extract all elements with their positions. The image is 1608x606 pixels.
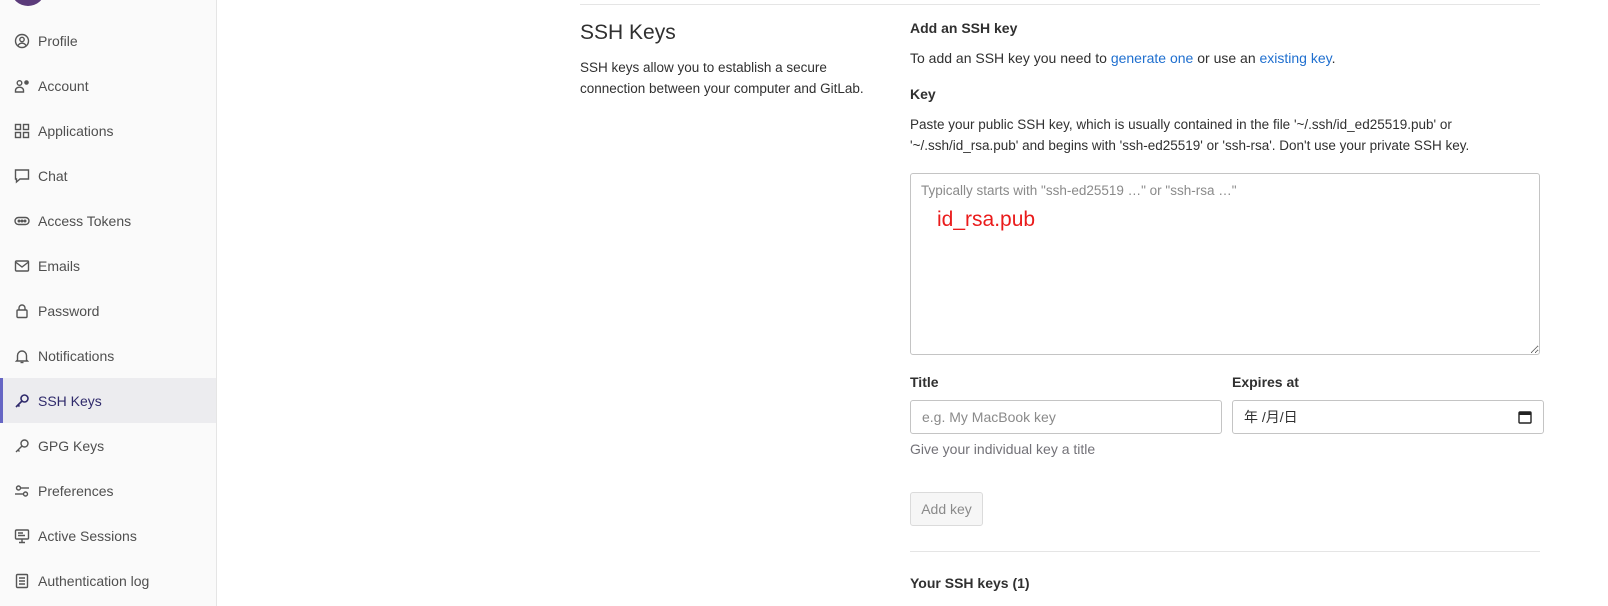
sidebar-item-active-sessions[interactable]: Active Sessions (0, 513, 216, 558)
avatar[interactable] (12, 0, 44, 6)
sidebar-item-label: Account (38, 77, 89, 94)
your-ssh-keys-heading: Your SSH keys (1) (910, 575, 1030, 591)
key-textarea[interactable] (910, 173, 1540, 355)
token-icon (14, 213, 30, 229)
divider (910, 551, 1540, 552)
add-key-heading: Add an SSH key (910, 20, 1018, 36)
chat-icon (14, 168, 30, 184)
profile-icon (14, 33, 30, 49)
sidebar-item-label: Access Tokens (38, 212, 132, 229)
instruction-text: or use an (1193, 50, 1260, 66)
sidebar-item-label: Preferences (38, 482, 114, 499)
key-label: Key (910, 86, 936, 102)
sidebar-item-label: Chat (38, 167, 68, 184)
sidebar-item-label: Password (38, 302, 100, 319)
applications-icon (14, 123, 30, 139)
divider (580, 4, 1540, 5)
preferences-icon (14, 483, 30, 499)
account-icon (14, 78, 30, 94)
sidebar-item-password[interactable]: Password (0, 288, 216, 333)
sidebar-item-label: Emails (38, 257, 81, 274)
existing-key-link[interactable]: existing key (1260, 50, 1332, 66)
sidebar-item-ssh-keys[interactable]: SSH Keys (0, 378, 216, 423)
calendar-icon[interactable] (1518, 410, 1532, 424)
monitor-icon (14, 528, 30, 544)
sidebar-item-access-tokens[interactable]: Access Tokens (0, 198, 216, 243)
sidebar: Profile Account Applications Chat Access… (0, 0, 217, 606)
title-help-text: Give your individual key a title (910, 441, 1096, 457)
sidebar-item-label: GPG Keys (38, 437, 105, 454)
sidebar-item-gpg-keys[interactable]: GPG Keys (0, 423, 216, 468)
sidebar-item-authentication-log[interactable]: Authentication log (0, 558, 216, 603)
instruction-text: To add an SSH key you need to (910, 50, 1111, 66)
expires-date-input[interactable]: 年 /月/日 (1232, 400, 1544, 434)
log-icon (14, 573, 30, 589)
generate-one-link[interactable]: generate one (1111, 50, 1194, 66)
date-value: 年 /月/日 (1244, 409, 1298, 425)
key-icon (14, 393, 30, 409)
expires-label: Expires at (1232, 374, 1299, 390)
title-input[interactable] (910, 400, 1222, 434)
sidebar-item-label: Notifications (38, 347, 115, 364)
page-title: SSH Keys (580, 21, 676, 44)
bell-icon (14, 348, 30, 364)
add-key-button[interactable]: Add key (910, 492, 983, 526)
sidebar-item-account[interactable]: Account (0, 63, 216, 108)
sidebar-item-label: Profile (38, 32, 78, 49)
sidebar-item-label: Active Sessions (38, 527, 137, 544)
key-help-text: Paste your public SSH key, which is usua… (910, 117, 1470, 153)
mail-icon (14, 258, 30, 274)
sidebar-nav: Profile Account Applications Chat Access… (0, 18, 216, 603)
sidebar-item-chat[interactable]: Chat (0, 153, 216, 198)
instruction-text: . (1331, 50, 1336, 66)
sidebar-item-label: Authentication log (38, 572, 150, 589)
sidebar-item-preferences[interactable]: Preferences (0, 468, 216, 513)
sidebar-item-profile[interactable]: Profile (0, 18, 216, 63)
lock-icon (14, 303, 30, 319)
title-label: Title (910, 374, 939, 390)
sidebar-item-emails[interactable]: Emails (0, 243, 216, 288)
key-icon (14, 438, 30, 454)
sidebar-item-applications[interactable]: Applications (0, 108, 216, 153)
add-key-instructions: To add an SSH key you need to generate o… (910, 50, 1336, 66)
section-description: SSH keys allow you to establish a secure… (580, 60, 864, 96)
sidebar-item-label: SSH Keys (38, 392, 102, 409)
sidebar-item-label: Applications (38, 122, 114, 139)
sidebar-item-notifications[interactable]: Notifications (0, 333, 216, 378)
